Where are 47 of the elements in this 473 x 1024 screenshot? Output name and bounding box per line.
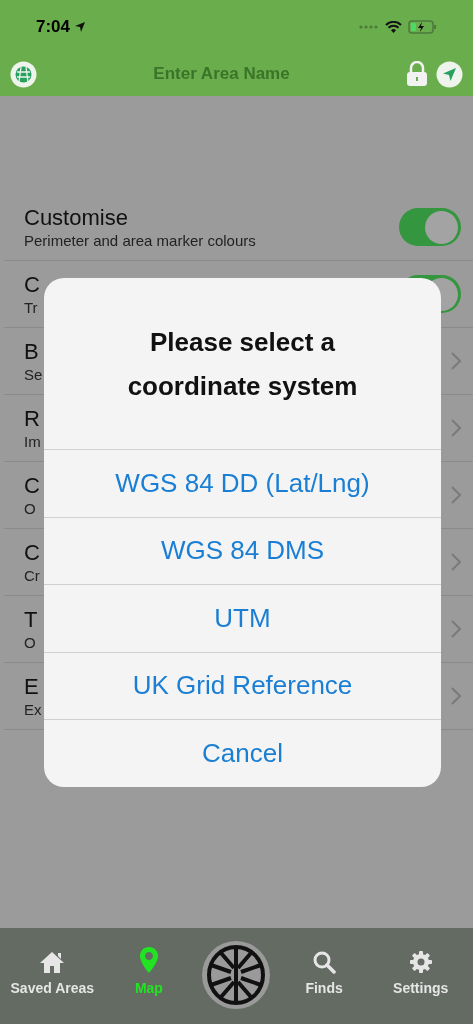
globe-button[interactable] [10,60,37,88]
detector-logo-icon[interactable] [201,940,272,1010]
dialog-option[interactable]: WGS 84 DMS [44,516,441,584]
chevron-right-icon [451,486,461,504]
chevron-right-icon [451,352,461,370]
setting-subtitle: Ex [24,699,42,720]
tab-item[interactable]: Saved Areas [8,940,97,999]
setting-title: E [24,672,39,700]
chevron-right-icon [451,553,461,571]
dialog-option[interactable]: UK Grid Reference [44,651,441,719]
signal-icon [359,25,379,29]
settings-icon [408,950,433,974]
setting-subtitle: Tr [24,297,38,318]
wifi-icon [385,20,402,34]
setting-title: T [24,605,38,633]
search-icon [312,950,337,974]
location-arrow-icon [74,21,87,33]
dialog-option[interactable]: UTM [44,584,441,652]
lock-button[interactable] [406,61,428,87]
setting-subtitle: O [24,632,36,653]
area-name-field[interactable]: Enter Area Name [45,59,398,89]
setting-title: C [24,471,40,499]
setting-subtitle: Im [24,431,41,452]
chevron-right-icon [451,620,461,638]
battery-icon [408,20,437,34]
setting-title: Customise [24,203,128,231]
dialog-option[interactable]: Cancel [44,719,441,787]
setting-title: C [24,270,40,298]
setting-subtitle: O [24,498,36,519]
chevron-right-icon [451,419,461,437]
setting-title: R [24,404,40,432]
tab-item[interactable]: Finds [280,940,369,999]
tab-item[interactable]: Map [104,940,193,999]
setting-title: C [24,538,40,566]
toggle-switch[interactable] [399,208,461,246]
home-icon [39,950,66,974]
setting-subtitle: Se [24,364,43,385]
tab-item[interactable]: Settings [376,940,465,999]
map-pin-icon [138,946,159,974]
dialog-title: Please select a coordinate system [126,325,359,403]
dialog-option[interactable]: WGS 84 DD (Lat/Lng) [44,449,441,517]
clock-time: 7:04 [36,16,71,39]
setting-subtitle: Perimeter and area marker colours [24,230,256,251]
chevron-right-icon [451,687,461,705]
locate-button[interactable] [436,60,463,88]
setting-subtitle: Cr [24,565,40,586]
setting-title: B [24,337,39,365]
